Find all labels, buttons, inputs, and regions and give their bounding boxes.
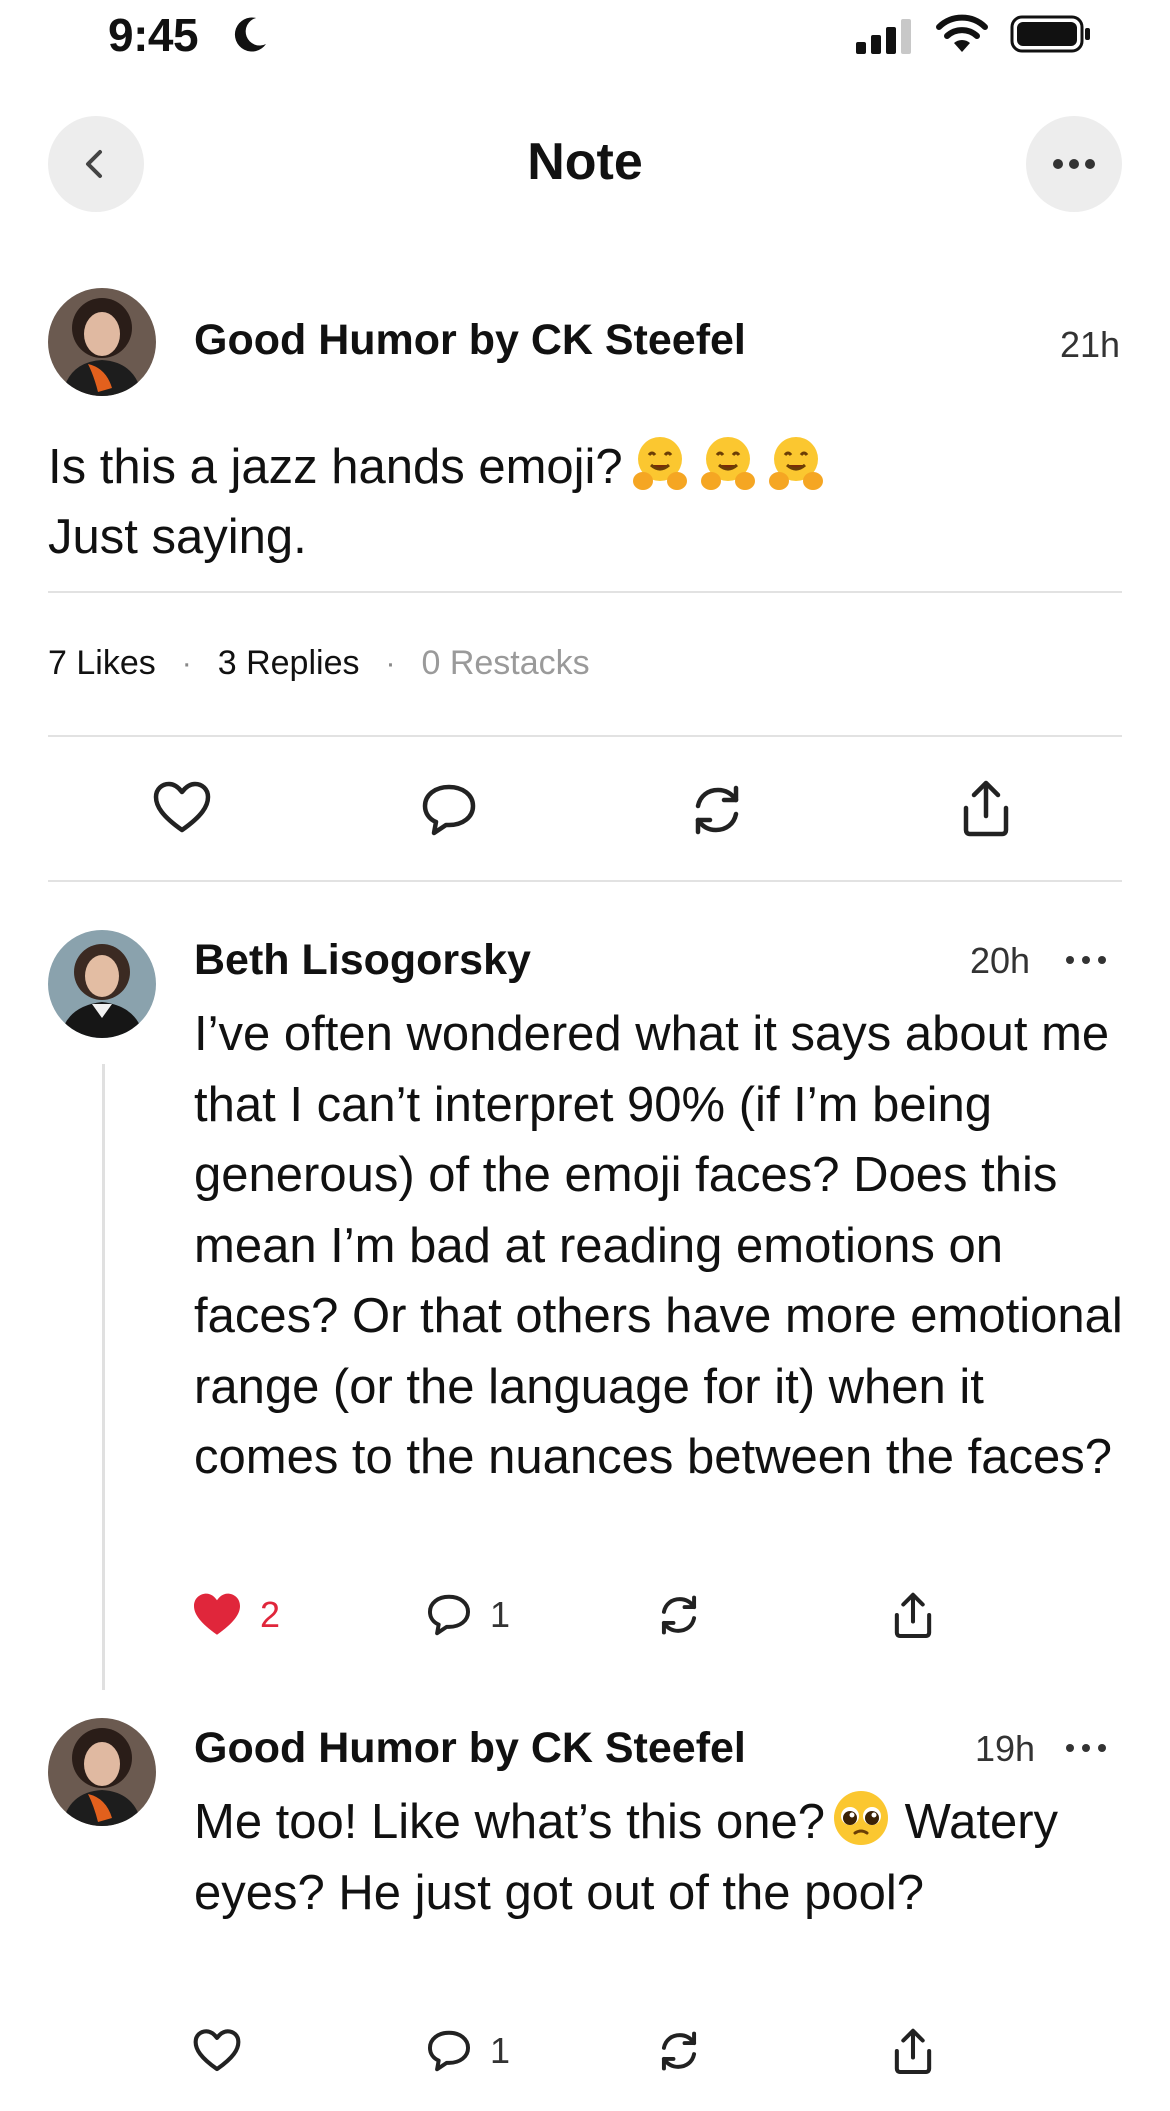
reply-time: 20h — [970, 940, 1031, 981]
divider — [48, 735, 1122, 737]
author-avatar[interactable] — [48, 288, 156, 396]
reply-text: Me too! Like what’s this one? Watery eye… — [194, 1787, 1124, 1928]
reply-author[interactable]: Beth Lisogorsky — [194, 936, 531, 985]
reply-like-button[interactable]: 2 — [192, 1592, 280, 1638]
note-time: 21h — [1060, 324, 1121, 365]
restack-button[interactable] — [688, 782, 746, 838]
separator-dot: · — [181, 646, 192, 680]
replies-count-link[interactable]: 3 Replies — [218, 644, 360, 683]
status-bar: 9:45 — [0, 0, 1170, 70]
reply-line-1: Me too! Like what’s this one? — [194, 1795, 826, 1849]
reply-time: 19h — [975, 1728, 1036, 1769]
comment-icon — [427, 2030, 471, 2072]
hugging-face-emoji-icon — [632, 437, 687, 490]
share-icon — [894, 1592, 932, 1639]
heart-icon — [193, 2029, 241, 2072]
comment-icon — [427, 1594, 471, 1636]
hugging-face-emoji-icon — [768, 437, 823, 490]
reply-restack-button[interactable] — [656, 2028, 702, 2074]
cellular-signal-icon — [856, 19, 911, 54]
note-text: Is this a jazz hands emoji? Just saying. — [48, 432, 1128, 572]
more-options-button[interactable] — [1026, 116, 1122, 212]
reply-comment-count: 1 — [490, 1594, 511, 1635]
share-icon — [894, 2028, 932, 2075]
heart-filled-icon — [194, 1593, 240, 1635]
reply-like-count: 2 — [260, 1594, 281, 1635]
reply-restack-button[interactable] — [656, 1592, 702, 1638]
restack-icon — [695, 785, 739, 835]
thread-line — [102, 1064, 105, 1690]
reply-comment-button[interactable]: 1 — [426, 2028, 510, 2074]
reply-comment-button[interactable]: 1 — [426, 1592, 510, 1638]
reply-avatar[interactable] — [48, 930, 156, 1038]
page-title: Note — [527, 133, 643, 191]
comment-icon — [422, 784, 476, 836]
separator-dot: · — [385, 646, 396, 680]
reply-more-icon[interactable] — [1062, 950, 1110, 970]
reply-avatar[interactable] — [48, 1718, 156, 1826]
likes-count-link[interactable]: 7 Likes — [48, 644, 156, 683]
note-author[interactable]: Good Humor by CK Steefel — [194, 316, 746, 365]
hugging-face-emoji-icon — [700, 437, 755, 490]
like-button[interactable] — [152, 780, 212, 836]
divider — [48, 591, 1122, 593]
restack-icon — [661, 2031, 697, 2071]
share-icon — [963, 780, 1009, 837]
pleading-face-emoji-icon — [834, 1791, 889, 1845]
share-button[interactable] — [960, 778, 1012, 838]
note-line-1: Is this a jazz hands emoji? — [48, 440, 623, 494]
ellipsis-icon — [1053, 159, 1095, 169]
reply-like-button[interactable] — [192, 2028, 242, 2074]
reply-text: I’ve often wondered what it says about m… — [194, 1007, 1123, 1484]
battery-icon — [1010, 15, 1090, 53]
comment-button[interactable] — [420, 782, 478, 838]
wifi-icon — [936, 14, 988, 52]
reply-author[interactable]: Good Humor by CK Steefel — [194, 1724, 746, 1773]
status-time: 9:45 — [108, 9, 199, 61]
reply-share-button[interactable] — [892, 1590, 934, 1640]
divider — [48, 880, 1122, 882]
reply-comment-count: 1 — [490, 2030, 511, 2071]
reply-more-icon[interactable] — [1062, 1738, 1110, 1758]
reply-share-button[interactable] — [892, 2026, 934, 2076]
restacks-count-link[interactable]: 0 Restacks — [421, 644, 589, 683]
note-stats: 7 Likes · 3 Replies · 0 Restacks — [48, 644, 590, 683]
note-line-2: Just saying. — [48, 510, 307, 564]
moon-icon — [234, 17, 266, 52]
restack-icon — [661, 1595, 697, 1635]
heart-icon — [153, 781, 211, 833]
